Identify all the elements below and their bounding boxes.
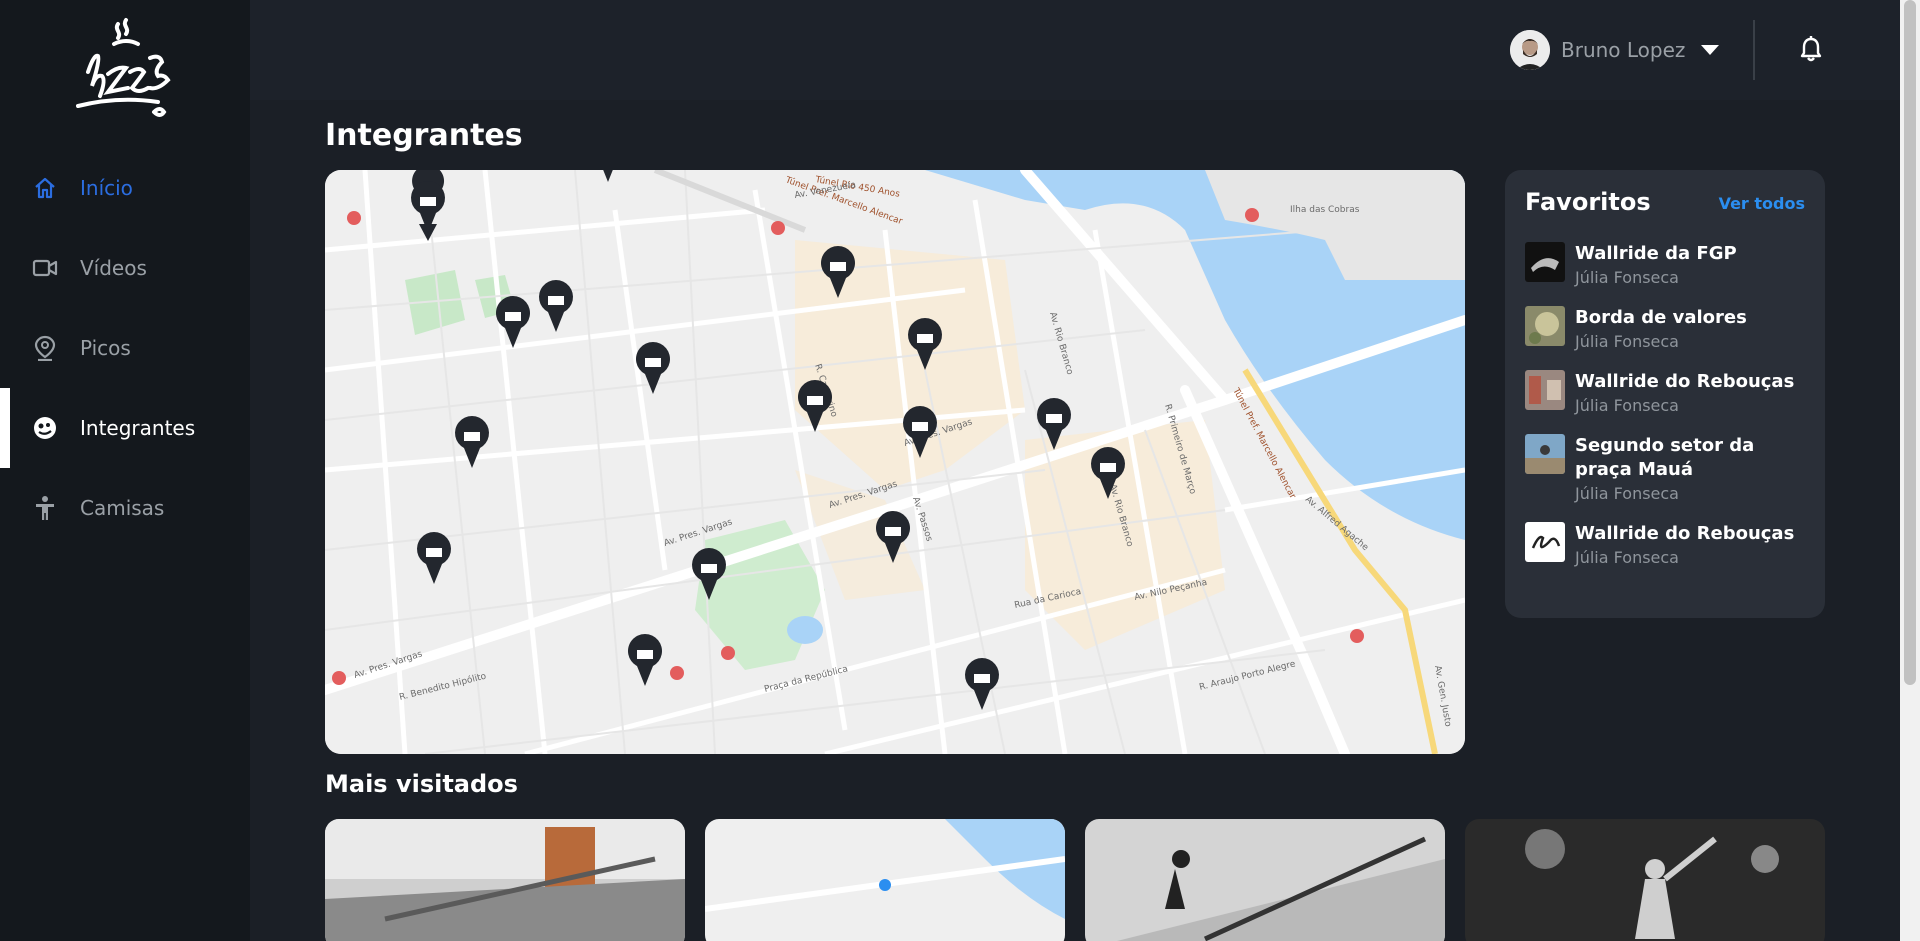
main-navigation: Início Vídeos Picos Integrantes Camisas — [0, 148, 250, 548]
spot-card[interactable] — [705, 819, 1065, 941]
spot-name: Wallride do Rebouças — [1575, 371, 1795, 392]
most-visited-list — [325, 819, 1825, 941]
favorites-panel: Favoritos Ver todos Wallride da FGP Júlia… — [1505, 170, 1825, 618]
bell-icon[interactable] — [1796, 34, 1826, 64]
user-menu[interactable]: Bruno Lopez — [1510, 30, 1720, 70]
spot-name: Segundo setor da praça Mauá — [1575, 435, 1755, 480]
chevron-down-icon — [1701, 45, 1720, 55]
sidebar-item-label: Início — [80, 176, 133, 200]
sidebar-item-label: Camisas — [80, 496, 165, 520]
person-icon — [32, 495, 58, 521]
spot-thumbnail — [1525, 522, 1565, 562]
see-all-link[interactable]: Ver todos — [1719, 194, 1805, 213]
list-item[interactable]: Wallride do Rebouças Júlia Fonseca — [1525, 370, 1815, 418]
spot-author: Júlia Fonseca — [1575, 396, 1679, 415]
sidebar-item-videos[interactable]: Vídeos — [0, 228, 250, 308]
list-item[interactable]: Wallride do Rebouças Júlia Fonseca — [1525, 522, 1815, 570]
most-visited-title: Mais visitados — [325, 770, 518, 798]
spot-name: Wallride da FGP — [1575, 243, 1737, 264]
skate-helmet-icon — [32, 415, 58, 441]
scrollbar-thumb[interactable] — [1904, 0, 1916, 685]
list-item[interactable]: Wallride da FGP Júlia Fonseca — [1525, 242, 1815, 290]
favorites-title: Favoritos — [1525, 188, 1651, 216]
spots-map[interactable]: Ilha das Cobras Túnel Pref. Marcello Ale… — [325, 170, 1465, 754]
sidebar-item-integrantes[interactable]: Integrantes — [0, 388, 250, 468]
sidebar-item-inicio[interactable]: Início — [0, 148, 250, 228]
spot-author: Júlia Fonseca — [1575, 484, 1679, 503]
logo[interactable] — [68, 16, 182, 130]
spot-card[interactable] — [1085, 819, 1445, 941]
sidebar-item-label: Integrantes — [80, 416, 196, 440]
user-name: Bruno Lopez — [1561, 38, 1686, 62]
sidebar-item-label: Vídeos — [80, 256, 147, 280]
spot-author: Júlia Fonseca — [1575, 548, 1679, 567]
header-divider — [1753, 20, 1755, 80]
sidebar: Início Vídeos Picos Integrantes Camisas — [0, 0, 250, 941]
top-bar: Bruno Lopez — [250, 0, 1900, 100]
location-pin-icon — [32, 335, 58, 361]
spot-thumbnail — [1525, 434, 1565, 474]
spot-name: Borda de valores — [1575, 307, 1747, 328]
avatar — [1510, 30, 1550, 70]
favorites-list: Wallride da FGP Júlia Fonseca Borda de va… — [1525, 242, 1815, 586]
list-item[interactable]: Segundo setor da praça Mauá Júlia Fonseca — [1525, 434, 1815, 506]
video-camera-icon — [32, 255, 58, 281]
sidebar-item-picos[interactable]: Picos — [0, 308, 250, 388]
spot-author: Júlia Fonseca — [1575, 268, 1679, 287]
page-title: Integrantes — [325, 118, 523, 153]
spot-name: Wallride do Rebouças — [1575, 523, 1795, 544]
spot-thumbnail — [1525, 370, 1565, 410]
list-item[interactable]: Borda de valores Júlia Fonseca — [1525, 306, 1815, 354]
home-icon — [32, 175, 58, 201]
sidebar-item-camisas[interactable]: Camisas — [0, 468, 250, 548]
map-label: Ilha das Cobras — [1290, 205, 1360, 215]
spot-card[interactable] — [325, 819, 685, 941]
spot-thumbnail — [1525, 242, 1565, 282]
spot-card[interactable] — [1465, 819, 1825, 941]
sidebar-item-label: Picos — [80, 336, 131, 360]
spot-author: Júlia Fonseca — [1575, 332, 1679, 351]
spot-thumbnail — [1525, 306, 1565, 346]
